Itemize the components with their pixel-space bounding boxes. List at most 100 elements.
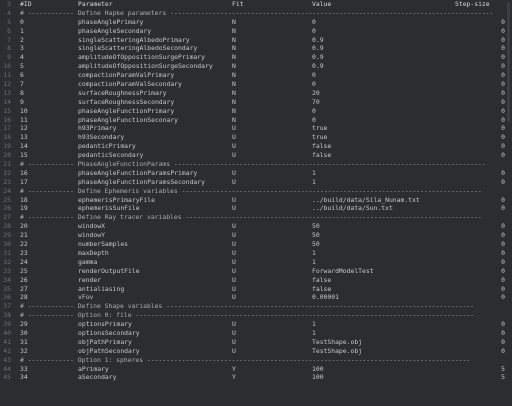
line-number: 4 (7, 8, 11, 17)
parameter-value: 0.9 (312, 53, 324, 62)
parameter-id: 20 (20, 222, 28, 231)
line-number: 21 (3, 160, 11, 169)
parameter-value: true (312, 124, 328, 133)
line-number: 3 (7, 0, 11, 8)
line-number: 44 (3, 364, 11, 373)
parameter-name: maxDepth (78, 248, 109, 257)
parameter-row[interactable]: 15 10 phaseAngleFunctionPrimary N 0 0 (0, 107, 512, 116)
parameter-row[interactable]: 36 28 vFov U 0.00001 0 (0, 293, 512, 302)
line-number: 26 (3, 204, 11, 213)
parameter-row[interactable]: 23 17 phaseAngleFunctionParamsSecondary U 1 0 (0, 178, 512, 187)
parameter-name: compactionParamValPrimary (78, 71, 175, 80)
parameter-row[interactable]: 13 8 surfaceRoughnessPrimary N 20 0 (0, 89, 512, 98)
parameter-value: 0.9 (312, 35, 324, 44)
parameter-row[interactable]: 41 31 objPathPrimary U TestShape.obj 0 (0, 338, 512, 347)
parameter-value: 50 (312, 240, 320, 249)
line-number: 18 (3, 133, 11, 142)
parameter-row[interactable]: 44 33 aPrimary Y 100 5 (0, 365, 512, 374)
line-number: 24 (3, 186, 11, 195)
parameter-id: 0 (20, 17, 24, 26)
parameter-fit: N (232, 26, 236, 35)
parameter-row[interactable]: 8 3 singleScatteringAlbedoSecondary N 0.9 0 (0, 44, 512, 53)
parameter-step-size: 0 (501, 195, 505, 204)
parameter-row[interactable]: 42 32 objPathSecondary U TestShape.obj 0 (0, 347, 512, 356)
line-number: 28 (3, 222, 11, 231)
section-comment: # ------------ Define Hapke parameters -… (20, 8, 494, 17)
section-comment-line[interactable]: 38 # ------------ Option 0: file --------… (0, 311, 512, 320)
parameter-row[interactable]: 35 27 antialiasing Ufalse 0 (0, 285, 512, 294)
parameter-name: numberSamples (78, 240, 129, 249)
parameter-id: 32 (20, 346, 28, 355)
parameter-name: pedanticSecondary (78, 151, 144, 160)
parameter-id: 13 (20, 133, 28, 142)
parameter-fit: U (232, 346, 236, 355)
parameter-id: 16 (20, 168, 28, 177)
parameter-id: 11 (20, 115, 28, 124)
line-number: 22 (3, 168, 11, 177)
parameter-row[interactable]: 14 9 surfaceRoughnessSecondary N 70 0 (0, 98, 512, 107)
parameter-row[interactable]: 30 22 numberSamples U 50 0 (0, 240, 512, 249)
parameter-row[interactable]: 17 12 h93Primary Utrue 0 (0, 124, 512, 133)
parameter-row[interactable]: 34 26 render Ufalse 0 (0, 276, 512, 285)
parameter-fit: U (232, 257, 236, 266)
section-comment: # ------------ Define Ray tracer variabl… (20, 213, 482, 222)
parameter-row[interactable]: 20 15 pedanticSecondary Ufalse 0 (0, 151, 512, 160)
parameter-row[interactable]: 26 19 ephemerisSunFile U ../build/data/Sun.t… (0, 204, 512, 213)
parameter-fit: U (232, 151, 236, 160)
parameter-row[interactable]: 11 6 compactionParamValPrimary N 0 0 (0, 71, 512, 80)
parameter-step-size: 0 (501, 17, 505, 26)
file-content[interactable]: 4 # ------------ Define Hapke parameters … (0, 9, 512, 382)
line-number: 16 (3, 115, 11, 124)
section-comment-line[interactable]: 43 # ------------ Option 1: spheres -----… (0, 356, 512, 365)
parameter-name: amplitudeOfOppositionSurgePrimary (78, 53, 205, 62)
parameter-id: 34 (20, 373, 28, 382)
parameter-value: 1 (312, 248, 316, 257)
parameter-value: 100 (312, 373, 324, 382)
parameter-fit: N (232, 53, 236, 62)
parameter-row[interactable]: 16 11 phaseAngleFunctionSeconary N 0 0 (0, 116, 512, 125)
section-comment-line[interactable]: 37 # ------------ Define Shape variables … (0, 302, 512, 311)
parameter-row[interactable]: 29 21 windowY U 50 0 (0, 231, 512, 240)
parameter-row[interactable]: 9 4 amplitudeOfOppositionSurgePrimary N 0.9 0 (0, 53, 512, 62)
section-comment-line[interactable]: 21 # ------------ PhaseAngleFunctionParam… (0, 160, 512, 169)
parameter-fit: U (232, 231, 236, 240)
parameter-row[interactable]: 7 2 singleScatteringAlbedoPrimary N 0.9 0 (0, 36, 512, 45)
parameter-fit: N (232, 115, 236, 124)
vertical-scrollbar[interactable] (507, 2, 510, 122)
parameter-row[interactable]: 39 29 optionsPrimary U 1 0 (0, 320, 512, 329)
text-editor[interactable]: 3 #ID Parameter Fit Value Step-size 4 # -… (0, 0, 512, 406)
section-comment-line[interactable]: 24 # ------------ Define Ephemeris variab… (0, 187, 512, 196)
parameter-row[interactable]: 28 20 windowX U 50 0 (0, 222, 512, 231)
parameter-row[interactable]: 6 1 phaseAngleSecondary N 0 0 (0, 27, 512, 36)
parameter-name: singleScatteringAlbedoSecondary (78, 44, 198, 53)
parameter-fit: N (232, 88, 236, 97)
parameter-id: 30 (20, 328, 28, 337)
parameter-row[interactable]: 19 14 pedanticPrimary Ufalse 0 (0, 142, 512, 151)
parameter-row[interactable]: 10 5 amplitudeOfOppositionSurgeSecondary N 0… (0, 62, 512, 71)
parameter-row[interactable]: 25 18 ephemerisPrimaryFile U ../build/data/S… (0, 196, 512, 205)
parameter-fit: N (232, 80, 236, 89)
parameter-row[interactable]: 32 24 gamma U 1 0 (0, 258, 512, 267)
line-number: 5 (7, 17, 11, 26)
parameter-value: 0 (312, 80, 316, 89)
parameter-row[interactable]: 40 30 optionsSecondary U 1 0 (0, 329, 512, 338)
parameter-row[interactable]: 45 34 aSecondary Y 100 5 (0, 373, 512, 382)
section-comment-line[interactable]: 4 # ------------ Define Hapke parameters … (0, 9, 512, 18)
line-number: 12 (3, 80, 11, 89)
parameter-row[interactable]: 22 16 phaseAngleFunctionParamsPrimary U 1 0 (0, 169, 512, 178)
parameter-value: false (312, 275, 332, 284)
parameter-name: objPathPrimary (78, 337, 132, 346)
parameter-fit: U (232, 293, 236, 302)
parameter-row[interactable]: 31 23 maxDepth U 1 0 (0, 249, 512, 258)
parameter-row[interactable]: 5 0 phaseAnglePrimary N 0 0 (0, 18, 512, 27)
section-comment-line[interactable]: 27 # ------------ Define Ray tracer varia… (0, 213, 512, 222)
parameter-row[interactable]: 33 25 renderOutputFile U ForwardModelTest 0 (0, 267, 512, 276)
parameter-row[interactable]: 12 7 compactionParamValSecondary N 0 0 (0, 80, 512, 89)
parameter-row[interactable]: 18 13 h93Secondary Utrue 0 (0, 133, 512, 142)
parameter-id: 24 (20, 257, 28, 266)
line-number: 38 (3, 311, 11, 320)
parameter-step-size: 0 (501, 26, 505, 35)
parameter-name: aPrimary (78, 364, 109, 373)
parameter-step-size: 0 (501, 71, 505, 80)
parameter-name: windowX (78, 222, 105, 231)
